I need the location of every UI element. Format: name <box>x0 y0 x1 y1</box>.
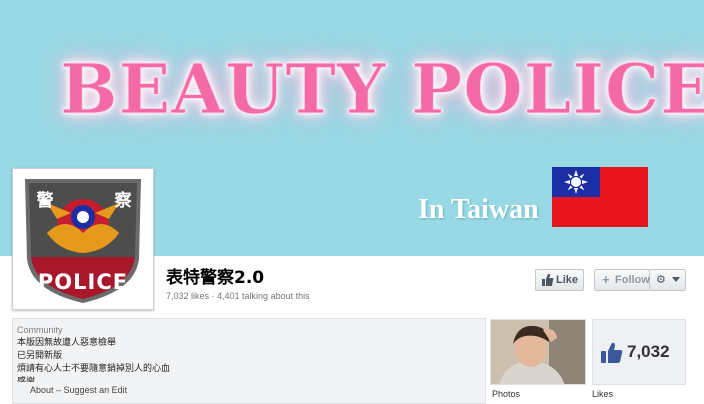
follow-button[interactable]: + Follow <box>594 269 650 291</box>
photos-label[interactable]: Photos <box>492 388 520 400</box>
badge-text: POLICE <box>37 270 129 294</box>
taiwan-flag-icon <box>552 167 648 227</box>
likes-tile[interactable]: 7,032 <box>592 319 686 385</box>
flag-canton <box>552 167 600 197</box>
caret-down-icon <box>672 277 680 282</box>
badge-char-left: 警 <box>36 191 54 211</box>
about-link[interactable]: About <box>30 385 54 395</box>
page-stats: 7,032 likes · 4,401 talking about this <box>166 291 310 301</box>
about-footer: About – Suggest an Edit <box>30 384 127 396</box>
like-button[interactable]: Like <box>535 269 584 291</box>
page-title[interactable]: 表特警察2.0 <box>166 268 264 288</box>
follow-label: Follow <box>615 274 650 286</box>
photo-image <box>491 320 585 384</box>
cover-title: BEAUTY POLICE <box>60 50 704 131</box>
about-line: 本版因無故遭人惡意檢舉 <box>17 338 117 348</box>
page-category[interactable]: Community <box>17 324 485 336</box>
likes-label[interactable]: Likes <box>592 388 613 400</box>
thumbs-up-icon <box>601 342 623 363</box>
about-line: 已另開新版 <box>17 351 63 361</box>
about-line-truncated: 感謝 <box>17 377 36 382</box>
cover-subtitle: In Taiwan <box>418 194 539 225</box>
profile-picture[interactable]: 警 察 POLICE <box>12 168 154 310</box>
like-label: Like <box>556 274 579 286</box>
photos-thumbnail[interactable] <box>490 319 586 385</box>
badge-char-right: 察 <box>114 191 132 211</box>
footer-separator: – <box>53 385 64 395</box>
suggest-edit-link[interactable]: Suggest an Edit <box>64 385 128 395</box>
about-line: 煩請有心人士不要隨意銷掉別人的心血 <box>17 364 171 374</box>
plus-icon: + <box>602 272 610 287</box>
white-sun-icon <box>564 170 588 194</box>
thumbs-up-icon <box>542 273 554 286</box>
gear-icon: ⚙ <box>656 274 666 286</box>
likes-count: 7,032 <box>627 342 670 361</box>
settings-dropdown-button[interactable]: ⚙ <box>650 269 686 291</box>
